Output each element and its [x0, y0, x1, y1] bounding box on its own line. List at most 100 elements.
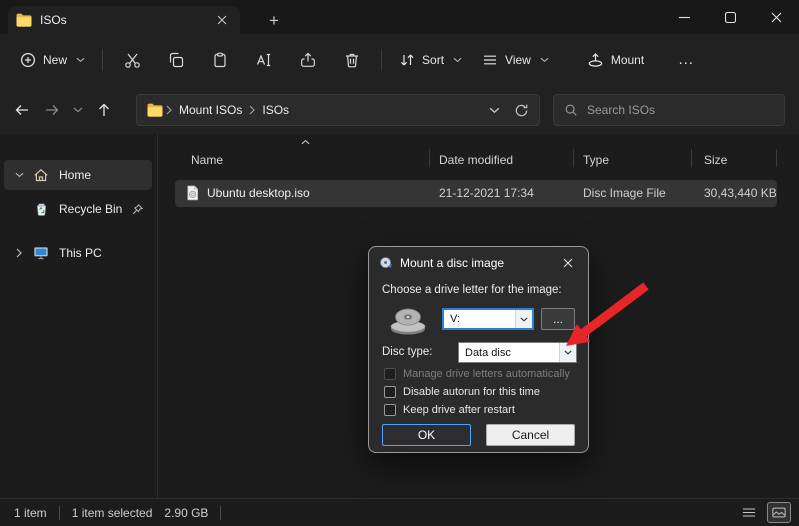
- breadcrumb-mount-isos[interactable]: Mount ISOs: [175, 103, 246, 117]
- trash-icon: [344, 52, 360, 68]
- paste-button[interactable]: [198, 43, 242, 77]
- sidebar-item-recycle-bin[interactable]: Recycle Bin: [4, 194, 152, 224]
- tab-close-icon[interactable]: [212, 10, 232, 30]
- ok-button[interactable]: OK: [382, 424, 471, 446]
- mount-drive-icon: [587, 52, 604, 68]
- browse-button[interactable]: ...: [541, 308, 575, 330]
- forward-button[interactable]: [38, 96, 66, 124]
- chevron-down-icon[interactable]: [10, 172, 28, 178]
- address-bar[interactable]: Mount ISOs ISOs: [136, 94, 540, 126]
- selection-size: 2.90 GB: [164, 505, 209, 520]
- delete-button[interactable]: [330, 43, 374, 77]
- monitor-icon: [32, 245, 50, 261]
- sidebar-item-label: This PC: [59, 246, 102, 260]
- column-header-size[interactable]: Size: [704, 153, 727, 167]
- checkbox-label: Disable autorun for this time: [403, 386, 540, 398]
- selection-count: 1 item selected: [71, 505, 153, 520]
- share-button[interactable]: [286, 43, 330, 77]
- checkbox-icon: [384, 386, 396, 398]
- up-button[interactable]: [90, 96, 118, 124]
- folder-icon: [147, 103, 163, 117]
- mount-disc-image-dialog: Mount a disc image Choose a drive letter…: [368, 246, 589, 453]
- copy-icon: [168, 52, 184, 68]
- window-controls: [661, 0, 799, 34]
- column-divider[interactable]: [691, 149, 692, 167]
- file-type: Disc Image File: [583, 186, 666, 200]
- checkbox-label: Keep drive after restart: [403, 404, 515, 416]
- column-header-type[interactable]: Type: [583, 153, 609, 167]
- mount-button-label: Mount: [610, 53, 645, 67]
- new-button[interactable]: New: [10, 43, 95, 77]
- command-bar: New Sort View Mount …: [0, 34, 799, 86]
- sidebar-item-home[interactable]: Home: [4, 160, 152, 190]
- column-divider[interactable]: [776, 149, 777, 167]
- share-icon: [300, 52, 316, 68]
- toolbar-separator: [102, 49, 104, 71]
- cut-button[interactable]: [110, 43, 154, 77]
- toolbar-separator: [381, 49, 383, 71]
- disc-image-file-icon: [185, 185, 200, 201]
- chevron-right-icon: [166, 105, 172, 115]
- column-header-name[interactable]: Name: [191, 153, 223, 167]
- new-button-label: New: [43, 53, 68, 67]
- drive-letter-value: V:: [450, 313, 460, 325]
- sidebar-item-label: Recycle Bin: [59, 202, 123, 216]
- rename-icon: [256, 52, 272, 68]
- ellipsis-icon: …: [677, 51, 695, 68]
- sort-button[interactable]: Sort: [389, 43, 472, 77]
- column-divider[interactable]: [573, 149, 574, 167]
- dialog-close-button[interactable]: [555, 252, 581, 274]
- chevron-down-icon: [515, 310, 532, 328]
- disc-type-label: Disc type:: [382, 346, 433, 358]
- drive-letter-select[interactable]: V:: [442, 308, 534, 330]
- recent-locations-button[interactable]: [68, 96, 88, 124]
- disc-mount-icon: [379, 255, 394, 270]
- disc-drive-icon: [387, 303, 429, 337]
- checkbox-keep-drive[interactable]: Keep drive after restart: [384, 404, 515, 416]
- address-dropdown-chevron-icon[interactable]: [489, 107, 500, 114]
- search-box[interactable]: [553, 94, 785, 126]
- checkbox-disable-autorun[interactable]: Disable autorun for this time: [384, 386, 540, 398]
- minimize-button[interactable]: [661, 0, 707, 34]
- explorer-tab[interactable]: ISOs: [8, 6, 240, 34]
- dialog-title: Mount a disc image: [400, 256, 505, 270]
- item-count: 1 item: [14, 505, 47, 520]
- search-input[interactable]: [587, 103, 774, 117]
- chevron-down-icon: [76, 57, 85, 63]
- disc-type-select[interactable]: Data disc: [458, 342, 577, 363]
- large-thumbnails-view-toggle[interactable]: [767, 502, 791, 523]
- sidebar-item-this-pc[interactable]: This PC: [4, 238, 152, 268]
- checkbox-label: Manage drive letters automatically: [403, 368, 570, 380]
- column-header-date-modified[interactable]: Date modified: [439, 153, 513, 167]
- pin-icon: [131, 203, 144, 216]
- copy-button[interactable]: [154, 43, 198, 77]
- sidebar-item-label: Home: [59, 168, 92, 182]
- navigation-buttons: [8, 96, 118, 124]
- maximize-button[interactable]: [707, 0, 753, 34]
- house-icon: [32, 167, 50, 183]
- recycle-bin-icon: [32, 201, 50, 217]
- clipboard-icon: [212, 52, 228, 68]
- column-divider[interactable]: [429, 149, 430, 167]
- view-button[interactable]: View: [472, 43, 559, 77]
- sort-button-label: Sort: [422, 53, 445, 67]
- details-view-toggle[interactable]: [737, 502, 761, 523]
- view-button-label: View: [505, 53, 531, 67]
- chevron-right-icon[interactable]: [10, 248, 28, 258]
- refresh-icon[interactable]: [514, 103, 529, 118]
- rename-button[interactable]: [242, 43, 286, 77]
- status-bar: 1 item 1 item selected 2.90 GB: [0, 498, 799, 526]
- new-tab-button[interactable]: +: [262, 9, 286, 33]
- back-button[interactable]: [8, 96, 36, 124]
- see-more-button[interactable]: …: [664, 43, 708, 77]
- breadcrumb-isos[interactable]: ISOs: [258, 103, 293, 117]
- sort-ascending-indicator-icon: [301, 139, 310, 145]
- cancel-button[interactable]: Cancel: [486, 424, 575, 446]
- chevron-right-icon: [249, 105, 256, 115]
- chevron-down-icon: [453, 57, 462, 63]
- status-separator: [58, 505, 60, 520]
- close-button[interactable]: [753, 0, 799, 34]
- drive-letter-label: Choose a drive letter for the image:: [382, 284, 562, 296]
- mount-button[interactable]: Mount: [577, 43, 654, 77]
- file-row-selected[interactable]: Ubuntu desktop.iso 21-12-2021 17:34 Disc…: [175, 180, 777, 207]
